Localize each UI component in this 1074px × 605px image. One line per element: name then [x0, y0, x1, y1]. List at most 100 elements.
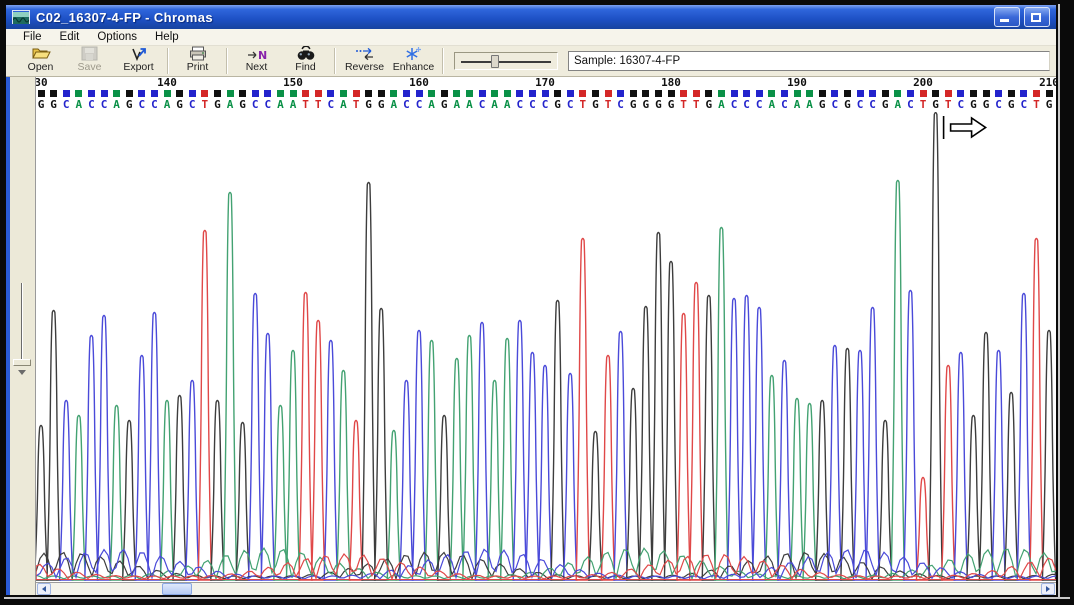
- trace-peak-G: [211, 401, 224, 581]
- base-call-letter: C: [413, 97, 426, 112]
- base-quality-square: [655, 90, 662, 97]
- chromatogram-traces: [36, 112, 1056, 582]
- base-call-letter: A: [387, 97, 400, 112]
- base-quality-square: [932, 90, 939, 97]
- base-call-letter: C: [728, 97, 741, 112]
- toolbar-button-print[interactable]: Print: [173, 46, 222, 75]
- toolbar-button-label: Next: [246, 61, 268, 73]
- base-quality-square: [705, 90, 712, 97]
- minimize-button[interactable]: [994, 7, 1020, 27]
- horizontal-zoom-slider[interactable]: [454, 52, 558, 70]
- reverse-arrows-icon: [354, 46, 376, 61]
- trace-peak-T: [576, 239, 589, 581]
- toolbar-button-next[interactable]: NNext: [232, 46, 281, 75]
- toolbar-button-enhance[interactable]: Enhance: [389, 46, 438, 75]
- toolbar-button-export[interactable]: Export: [114, 46, 163, 75]
- trace-peak-A: [110, 406, 123, 581]
- window-body: 30140150160170180190200210GGCACCAGCCAGCT…: [6, 77, 1056, 595]
- trace-peak-G: [1005, 393, 1018, 581]
- menu-item-options[interactable]: Options: [88, 30, 146, 45]
- trace-peak-C: [186, 381, 199, 581]
- base-quality-square: [957, 90, 964, 97]
- toolbar-button-label: Open: [28, 61, 54, 73]
- base-call-letter: C: [98, 97, 111, 112]
- base-quality-square: [176, 90, 183, 97]
- base-call-letter: A: [224, 97, 237, 112]
- base-quality-square: [126, 90, 133, 97]
- ruler-label: 180: [661, 77, 681, 89]
- window-title: C02_16307-4-FP - Chromas: [36, 10, 213, 25]
- left-panel: [10, 77, 35, 595]
- slider-thumb[interactable]: [491, 55, 499, 68]
- base-quality-square: [605, 90, 612, 97]
- vertical-scale-slider-arrow-icon: [18, 370, 26, 375]
- trace-peak-C: [538, 366, 551, 581]
- base-call-letter: C: [954, 97, 967, 112]
- toolbar-button-find[interactable]: Find: [281, 46, 330, 75]
- base-call-letter: T: [942, 97, 955, 112]
- trace-peak-C: [954, 353, 967, 581]
- base-call-letter: C: [60, 97, 73, 112]
- base-quality-square: [453, 90, 460, 97]
- base-quality-square: [907, 90, 914, 97]
- sequence-header: 30140150160170180190200210GGCACCAGCCAGCT…: [36, 77, 1056, 112]
- base-call-letter: G: [1043, 97, 1056, 112]
- base-call-letter: A: [803, 97, 816, 112]
- trace-peak-G: [1042, 331, 1055, 581]
- slider-groove: [461, 61, 551, 63]
- base-call-letter: A: [891, 97, 904, 112]
- base-quality-square: [844, 90, 851, 97]
- menu-item-file[interactable]: File: [14, 30, 51, 45]
- toolbar-button-label: Reverse: [345, 61, 384, 73]
- toolbar-separator: [167, 48, 169, 74]
- base-call-letter: C: [513, 97, 526, 112]
- trace-peak-G: [362, 183, 375, 581]
- toolbar-button-save[interactable]: Save: [65, 46, 114, 75]
- enhance-sparkle-icon: [405, 46, 422, 61]
- trace-peak-C: [753, 308, 766, 581]
- toolbar-button-reverse[interactable]: Reverse: [340, 46, 389, 75]
- base-call-letter: G: [879, 97, 892, 112]
- base-call-letter: A: [161, 97, 174, 112]
- trace-peak-C: [324, 341, 337, 581]
- menu-item-edit[interactable]: Edit: [51, 30, 89, 45]
- toolbar-button-open[interactable]: Open: [16, 46, 65, 75]
- base-quality-square: [151, 90, 158, 97]
- base-quality-square: [327, 90, 334, 97]
- trace-peak-C: [97, 316, 110, 581]
- menu-item-help[interactable]: Help: [146, 30, 188, 45]
- scrollbar-thumb[interactable]: [162, 583, 192, 595]
- base-call-letter: G: [980, 97, 993, 112]
- trace-peak-G: [639, 307, 652, 581]
- base-quality-square: [113, 90, 120, 97]
- base-quality-square: [894, 90, 901, 97]
- scroll-left-arrow-icon: [42, 586, 46, 592]
- scroll-left-button[interactable]: [37, 583, 51, 595]
- vertical-scale-slider-thumb[interactable]: [13, 359, 31, 366]
- horizontal-scrollbar[interactable]: [36, 582, 1056, 595]
- titlebar[interactable]: C02_16307-4-FP - Chromas: [6, 5, 1056, 29]
- maximize-icon: [1031, 13, 1041, 22]
- base-call-letter: C: [854, 97, 867, 112]
- ruler-label: 150: [283, 77, 303, 89]
- base-call-letter: A: [715, 97, 728, 112]
- next-arrow-n-icon: N: [247, 46, 267, 61]
- app-window: C02_16307-4-FP - Chromas FileEditOptions…: [6, 5, 1056, 595]
- trace-peak-T: [677, 314, 690, 581]
- base-call-letter: A: [110, 97, 123, 112]
- trace-peak-A: [160, 401, 173, 581]
- base-call-letter: G: [841, 97, 854, 112]
- maximize-button[interactable]: [1024, 7, 1050, 27]
- base-quality-square: [516, 90, 523, 97]
- scroll-right-button[interactable]: [1041, 583, 1055, 595]
- trace-peak-G: [375, 309, 388, 581]
- base-quality-square: [378, 90, 385, 97]
- base-call-letter: A: [450, 97, 463, 112]
- base-quality-square: [201, 90, 208, 97]
- base-call-letter: G: [627, 97, 640, 112]
- base-call-letter: G: [1005, 97, 1018, 112]
- app-icon: [12, 10, 30, 24]
- base-quality-square: [642, 90, 649, 97]
- trace-peak-C: [740, 296, 753, 581]
- base-quality-square: [302, 90, 309, 97]
